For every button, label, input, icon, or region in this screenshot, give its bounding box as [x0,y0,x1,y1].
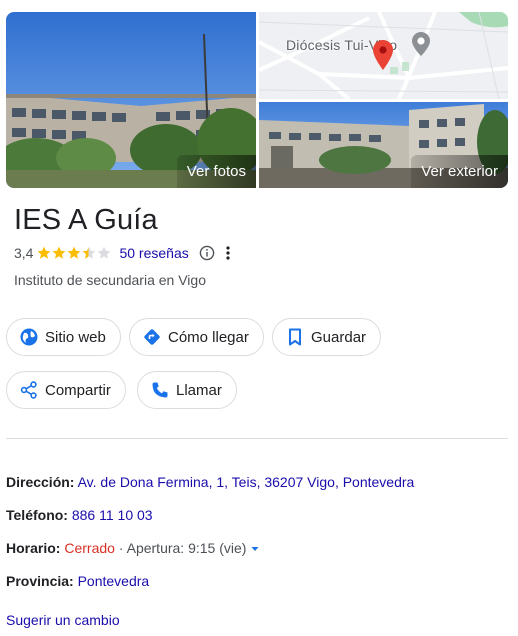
place-category: Instituto de secundaria en Vigo [14,272,206,288]
call-button-label: Llamar [176,381,222,399]
view-exterior-label[interactable]: Ver exterior [411,155,508,188]
directions-icon [144,329,160,345]
exterior-thumbnail[interactable]: Ver exterior [259,102,508,188]
globe-icon [20,328,38,346]
address-label: Dirección: [6,474,75,490]
province-link[interactable]: Pontevedra [78,573,150,589]
rating-value: 3,4 [14,245,34,261]
province-row: Provincia: Pontevedra [6,573,149,589]
place-title: IES A Guía [14,204,158,236]
map-thumbnail[interactable]: Diócesis Tui-Vigo [259,12,508,99]
info-icon[interactable] [199,245,215,261]
chevron-down-icon[interactable] [250,544,260,554]
hours-row[interactable]: Horario: Cerrado · Apertura: 9:15 (vie) [6,540,260,556]
bookmark-icon [289,328,301,346]
star-rating [37,246,113,260]
share-button[interactable]: Compartir [6,371,126,409]
phone-row: Teléfono: 886 11 10 03 [6,507,153,523]
hours-label: Horario: [6,540,61,556]
section-divider [6,438,508,439]
stars-icon [38,246,111,259]
photo-gallery: Ver fotos Diócesis Tui-Vigo Ver exterior [6,12,508,188]
more-options-icon[interactable] [221,245,235,261]
save-button[interactable]: Guardar [272,318,382,356]
directions-button[interactable]: Cómo llegar [129,318,264,356]
website-button[interactable]: Sitio web [6,318,121,356]
share-icon [20,381,37,399]
rating-row: 3,4 50 reseñas [14,244,235,262]
suggest-edit-link[interactable]: Sugerir un cambio [6,612,120,628]
phone-label: Teléfono: [6,507,68,523]
website-button-label: Sitio web [45,328,106,346]
address-link[interactable]: Av. de Dona Fermina, 1, Teis, 36207 Vigo… [78,474,415,490]
hours-detail: · Apertura: 9:15 (vie) [114,540,247,556]
map-pin-icon [373,40,393,70]
save-button-label: Guardar [311,328,367,346]
address-row: Dirección: Av. de Dona Fermina, 1, Teis,… [6,474,414,490]
share-button-label: Compartir [45,381,111,399]
hours-status: Cerrado [64,540,115,556]
phone-icon [152,382,168,398]
place-marker-icon [412,32,430,56]
reviews-link[interactable]: 50 reseñas [119,245,188,261]
call-button[interactable]: Llamar [137,371,237,409]
phone-link[interactable]: 886 11 10 03 [72,507,153,523]
directions-button-label: Cómo llegar [168,328,249,346]
province-label: Provincia: [6,573,74,589]
main-photo[interactable]: Ver fotos [6,12,256,188]
view-photos-label[interactable]: Ver fotos [176,155,256,188]
